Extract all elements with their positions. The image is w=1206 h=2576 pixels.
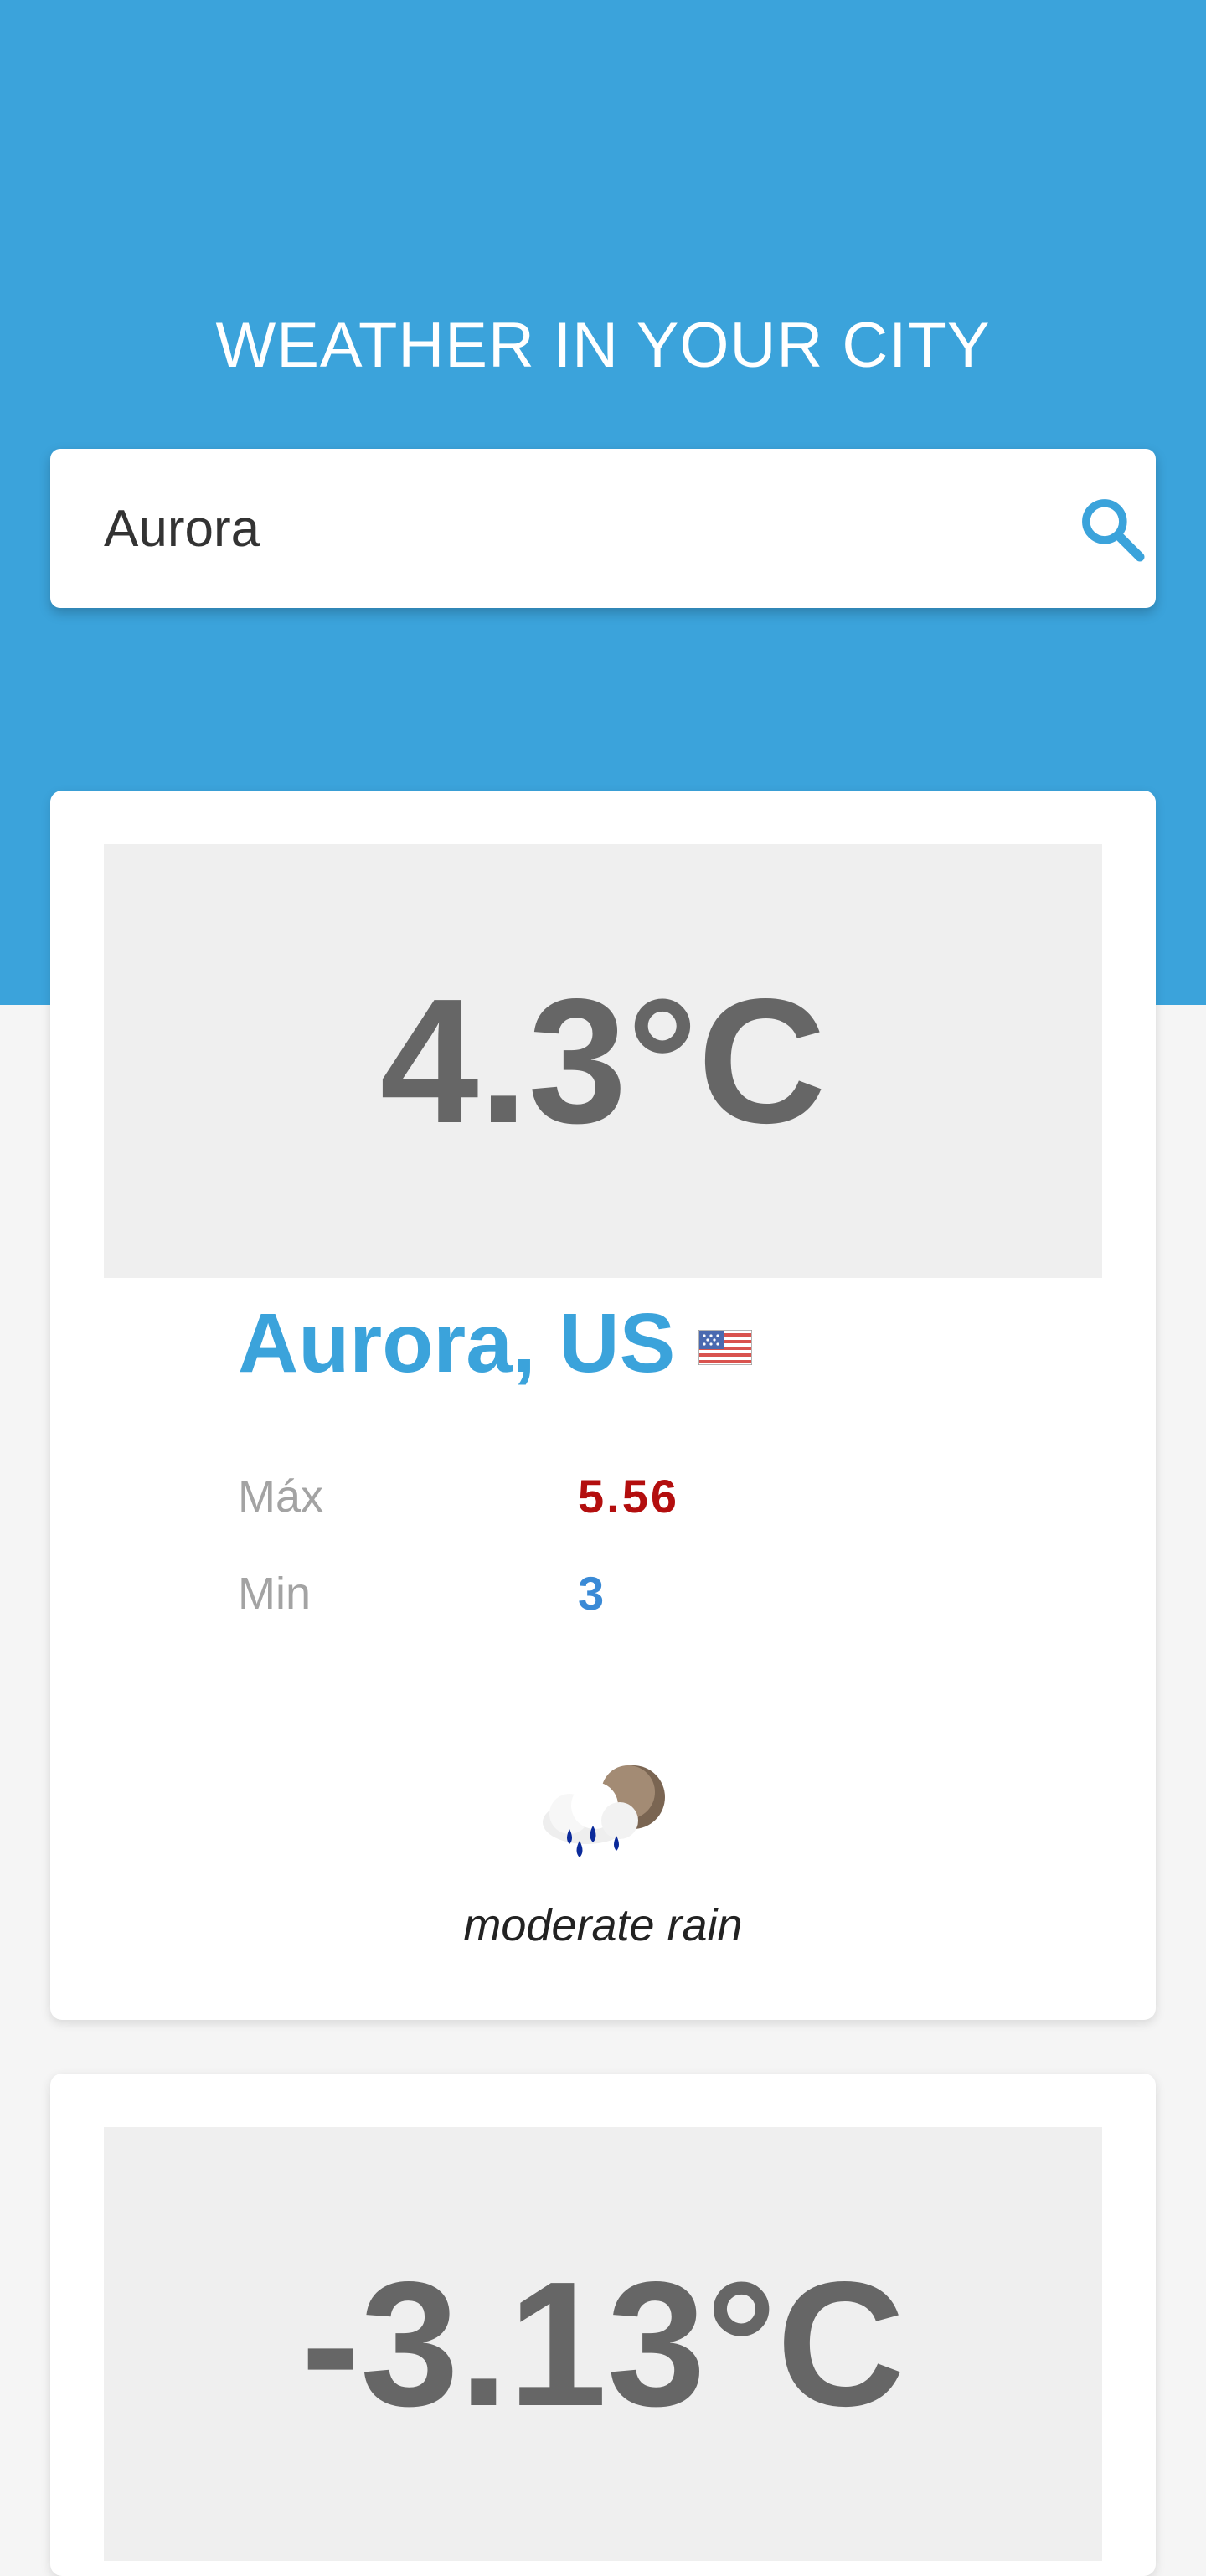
city-row: Aurora, US [238,1293,753,1394]
temperature-value: 4.3°C [379,961,827,1160]
rain-cloud-moon-icon [543,1765,665,1857]
us-flag-icon [698,1330,753,1365]
temperature-value: -3.13°C [301,2244,905,2443]
min-value: 3 [578,1567,607,1620]
app-title: WEATHER IN YOUR CITY [215,310,991,381]
search-input[interactable] [104,487,1008,570]
weather-description: moderate rain [463,1900,743,1950]
max-value: 5.56 [578,1470,679,1522]
city-name: Aurora, US [238,1296,676,1390]
search-button[interactable] [1072,489,1152,569]
search-bar [50,449,1156,608]
temperature-panel: 4.3°C [104,844,1102,1278]
weather-card: 4.3°C Aurora, US Máx 5.56 Min 3 moderate… [50,791,1156,2020]
temperature-panel: -3.13°C [104,2127,1102,2561]
weather-card: -3.13°C [50,2074,1156,2576]
max-label: Máx [238,1471,324,1522]
search-icon [1082,499,1145,562]
min-label: Min [238,1569,312,1619]
